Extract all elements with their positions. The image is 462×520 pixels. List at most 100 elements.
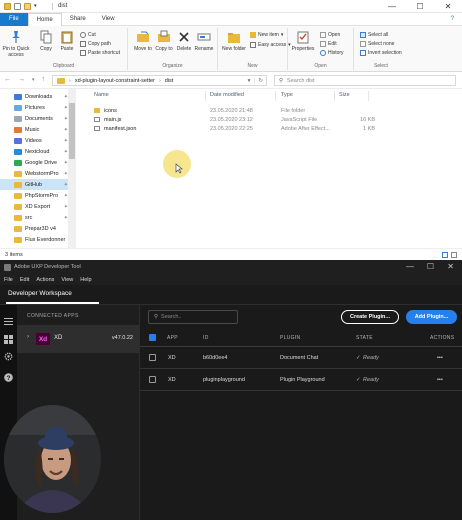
new-item-button[interactable]: New item ▾ [250, 32, 283, 38]
forward-arrow-icon[interactable]: → [18, 76, 25, 85]
sidebar-item[interactable]: Documents ✦ [14, 113, 74, 124]
properties-icon[interactable] [14, 3, 21, 10]
search-input[interactable]: ⚲ Search dist [274, 75, 456, 86]
sidebar-item[interactable]: Videos ✦ [14, 135, 74, 146]
column-header-id[interactable]: ID [203, 335, 209, 341]
paste-button[interactable]: Paste [53, 30, 81, 52]
copy-path-button[interactable]: Copy path [80, 41, 111, 47]
select-all-checkbox[interactable] [149, 334, 156, 341]
nav-scrollbar[interactable] [68, 89, 76, 248]
tab-file[interactable]: File [0, 12, 28, 26]
menu-icon[interactable] [4, 317, 13, 326]
tab-home[interactable]: Home [27, 12, 62, 26]
back-arrow-icon[interactable]: ← [4, 76, 11, 85]
sidebar-item[interactable]: PhpStormPro ✦ [14, 190, 74, 201]
status-check-icon: ✓ [356, 377, 361, 383]
sidebar-item[interactable]: XD Export ✦ [14, 201, 74, 212]
sidebar-item[interactable]: Music ✦ [14, 124, 74, 135]
tab-developer-workspace[interactable]: Developer Workspace [8, 290, 72, 297]
file-row[interactable]: icons 23.05.2020 21:48 File folder [88, 107, 378, 116]
refresh-icon[interactable]: ↻ [254, 77, 266, 84]
select-all-button[interactable]: Select all [360, 32, 388, 38]
folder-icon[interactable] [4, 3, 11, 10]
maximize-icon[interactable]: ☐ [406, 0, 434, 13]
help-icon[interactable]: ? [4, 373, 13, 382]
table-row[interactable]: XD pluginplayground Plugin Playground Ready… [140, 369, 462, 391]
tab-share[interactable]: Share [62, 13, 94, 26]
invert-selection-button[interactable]: Invert selection [360, 50, 402, 56]
close-icon[interactable]: ✕ [434, 0, 462, 13]
window-title: dist [58, 3, 68, 9]
scrollbar-thumb[interactable] [69, 103, 75, 159]
help-icon[interactable]: ? [451, 16, 454, 22]
gear-icon[interactable] [4, 352, 13, 361]
plugin-search-input[interactable]: ⚲ Search.. [148, 310, 238, 324]
select-none-button[interactable]: Select none [360, 41, 394, 47]
file-row[interactable]: manifest.json 23.05.2020 22:25 Adobe After… [88, 125, 378, 134]
sidebar-item[interactable]: Nextcloud ✦ [14, 146, 74, 157]
close-icon[interactable]: ✕ [447, 262, 454, 271]
paste-shortcut-button[interactable]: Paste shortcut [80, 50, 120, 56]
breadcrumb-item[interactable]: xd-plugin-layout-constraint-setter [75, 78, 155, 84]
details-view-icon[interactable] [442, 252, 448, 258]
column-header-size[interactable]: Size [339, 92, 350, 98]
column-header-state[interactable]: STATE [356, 335, 373, 341]
new-folder-icon[interactable] [24, 3, 31, 10]
dropdown-icon[interactable]: ▾ [34, 3, 41, 10]
column-header-plugin[interactable]: PLUGIN [280, 335, 300, 341]
new-folder-button[interactable]: New folder [220, 30, 248, 52]
sidebar-item[interactable]: GitHub ✦ [0, 179, 68, 190]
minimize-icon[interactable]: — [406, 262, 414, 271]
breadcrumb-item[interactable]: dist [165, 78, 174, 84]
create-plugin-button[interactable]: Create Plugin... [341, 310, 399, 324]
menu-view[interactable]: View [61, 277, 73, 283]
column-header-app[interactable]: APP [167, 335, 178, 341]
column-header-name[interactable]: Name [94, 92, 109, 98]
menu-edit[interactable]: Edit [20, 277, 29, 283]
copy-label: Copy [40, 46, 52, 52]
rename-button[interactable]: Rename [190, 30, 218, 52]
organize-group: Move to Copy to Delete Rename Organize [128, 28, 218, 70]
connected-app-row[interactable]: › Xd XD v47.0.22 [17, 325, 139, 353]
more-actions-icon[interactable]: ••• [437, 355, 443, 361]
menu-actions[interactable]: Actions [36, 277, 54, 283]
row-checkbox[interactable] [149, 354, 156, 361]
plugin-state: Ready [363, 377, 379, 383]
chevron-down-icon[interactable]: ▾ [248, 78, 251, 84]
sidebar-item-label: src [25, 214, 33, 221]
chevron-right-icon[interactable]: › [27, 334, 29, 340]
maximize-icon[interactable]: ☐ [427, 262, 434, 271]
up-arrow-icon[interactable]: ↑ [42, 76, 46, 85]
table-row[interactable]: XD b60d0ee4 Document Chat Ready ••• ✓ [140, 347, 462, 369]
address-bar[interactable]: › xd-plugin-layout-constraint-setter › d… [52, 75, 267, 86]
sidebar-item[interactable]: WebstormPro ✦ [14, 168, 74, 179]
row-checkbox[interactable] [149, 376, 156, 383]
large-icons-view-icon[interactable] [451, 252, 457, 258]
sidebar-item[interactable]: Flux Everdonner [14, 234, 74, 245]
properties-button[interactable]: Properties [289, 30, 317, 52]
cut-button[interactable]: Cut [80, 32, 96, 38]
sidebar-item[interactable]: Downloads ✦ [14, 91, 74, 102]
tab-view[interactable]: View [94, 13, 123, 26]
history-button[interactable]: History [320, 50, 344, 56]
recent-chevron-icon[interactable]: ▾ [32, 76, 35, 85]
menu-help[interactable]: Help [80, 277, 91, 283]
more-actions-icon[interactable]: ••• [437, 377, 443, 383]
pin-button[interactable]: Pin to Quick access [2, 30, 30, 58]
column-separator [205, 91, 206, 101]
sidebar-item[interactable]: src ✦ [14, 212, 74, 223]
menu-file[interactable]: File [4, 277, 13, 283]
sidebar-item[interactable]: Prepar3D v4 [14, 223, 74, 234]
column-header-date[interactable]: Date modified [210, 92, 244, 98]
grid-icon[interactable] [4, 335, 13, 344]
edit-button[interactable]: Edit [320, 41, 337, 47]
sidebar-item[interactable]: Pictures ✦ [14, 102, 74, 113]
open-button[interactable]: Open [320, 32, 340, 38]
add-plugin-button[interactable]: Add Plugin... [406, 310, 457, 324]
column-header-type[interactable]: Type [281, 92, 293, 98]
column-header-actions[interactable]: ACTIONS [430, 335, 454, 341]
easy-access-button[interactable]: Easy access ▾ [250, 42, 291, 48]
sidebar-item[interactable]: Google Drive ✦ [14, 157, 74, 168]
minimize-icon[interactable]: — [378, 0, 406, 13]
file-row[interactable]: main.js 23.05.2020 23:12 JavaScript File 16… [88, 116, 378, 125]
